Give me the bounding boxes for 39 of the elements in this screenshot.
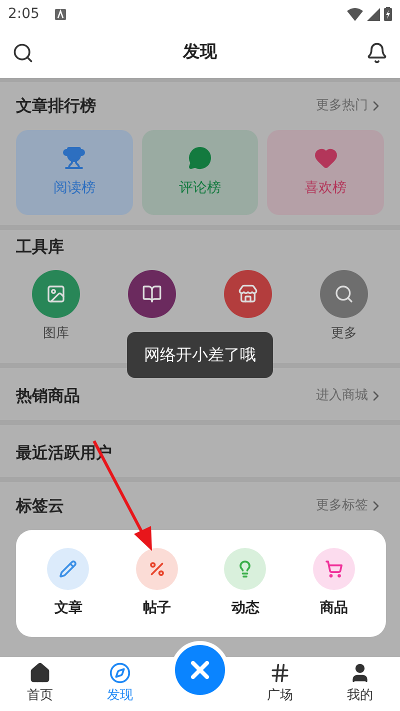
nav-tab[interactable]: 我的 [320,657,400,711]
speech-bubble-icon [188,146,212,170]
tool-label: 更多 [331,325,357,343]
nav-tab[interactable]: 首页 [0,657,80,711]
tool-button[interactable] [128,270,176,318]
compass-icon [109,662,131,684]
trophy-icon [62,146,86,170]
tool-button[interactable] [224,270,272,318]
section-title: 热销商品 [16,385,80,407]
page-title: 发现 [183,41,217,64]
home-icon [29,662,51,684]
search-button[interactable] [12,42,34,64]
status-time: 2:05 [8,4,40,24]
hash-icon [269,662,291,684]
lightbulb-icon [224,548,266,590]
notification-icon [55,8,66,20]
battery-icon [384,7,392,21]
tool-button[interactable] [32,270,80,318]
section-title: 标签云 [16,495,64,517]
cart-icon [312,548,355,590]
pencil-icon [47,548,90,590]
publish-option[interactable]: 帖子 [122,548,192,619]
nav-tab[interactable]: 发现 [80,657,160,711]
publish-option[interactable]: 文章 [33,548,104,619]
publish-option[interactable]: 商品 [298,548,369,619]
publish-option[interactable]: 动态 [210,548,280,619]
heart-icon [314,146,338,170]
book-icon [142,284,162,304]
signal-icon [367,8,380,20]
section-title: 文章排行榜 [16,95,96,117]
nav-tab[interactable]: 广场 [240,657,320,711]
toast: 网络开小差了哦 [127,332,273,378]
notification-button[interactable] [366,42,388,64]
image-icon [46,284,66,304]
store-icon [238,284,258,304]
tool-label: 图库 [43,325,69,343]
tool-button[interactable] [320,270,368,318]
wifi-icon [347,8,363,20]
section-title: 工具库 [16,236,64,258]
